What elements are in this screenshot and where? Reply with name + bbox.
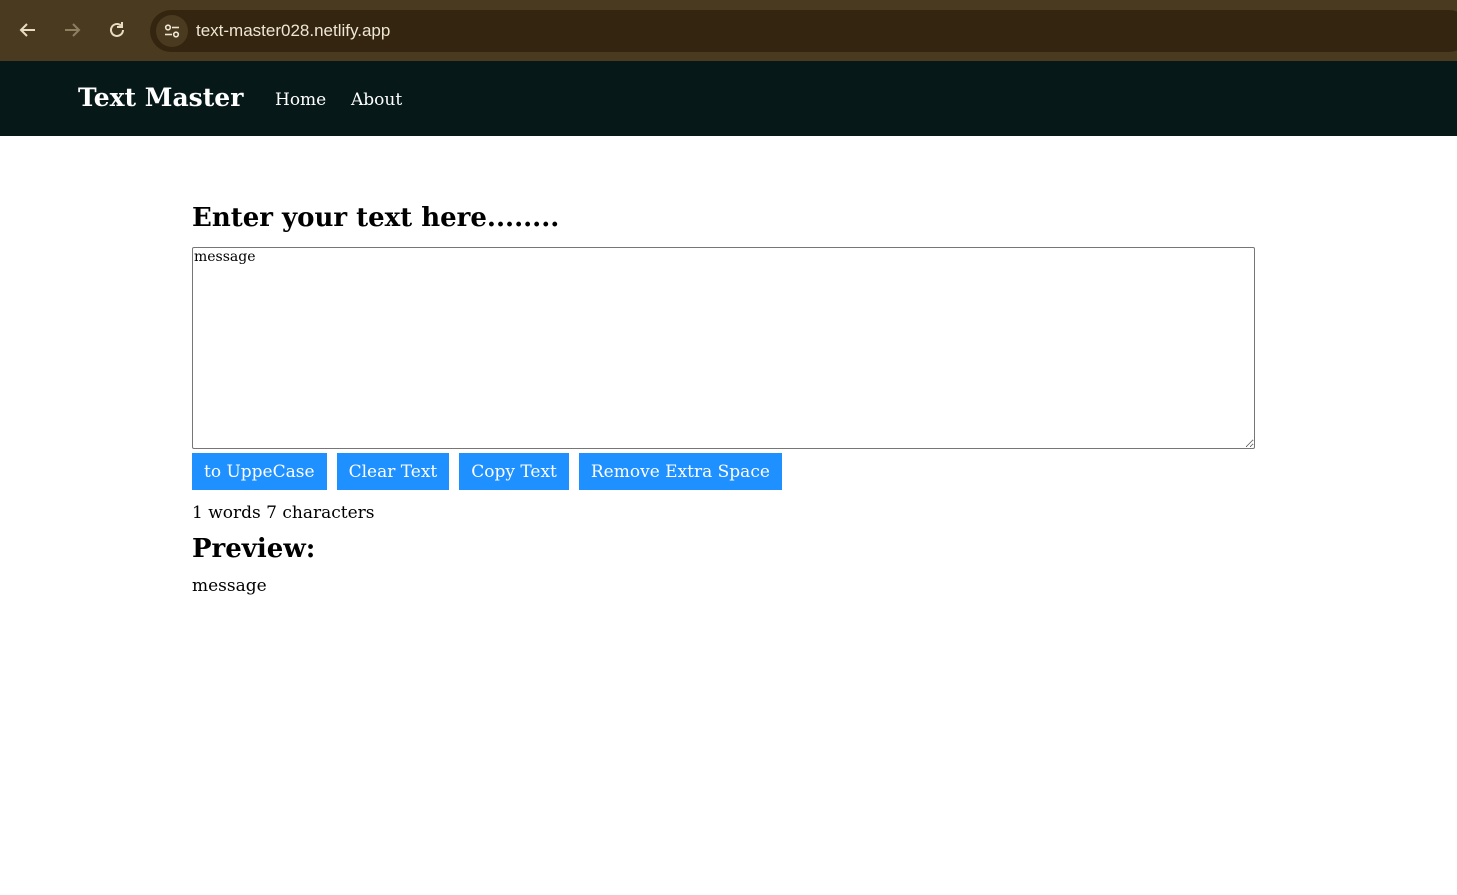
address-bar[interactable]: text-master028.netlify.app [150, 10, 1457, 52]
preview-text: message [192, 576, 267, 596]
arrow-right-icon [65, 23, 81, 37]
preview-heading: Preview: [192, 534, 316, 564]
remove-extra-space-button[interactable]: Remove Extra Space [578, 453, 782, 490]
back-button[interactable] [14, 16, 42, 44]
text-summary: 1 words 7 characters [192, 503, 375, 523]
text-input[interactable]: message [192, 247, 1255, 449]
forward-button[interactable] [58, 16, 86, 44]
reload-icon [110, 22, 124, 37]
site-info-button[interactable] [156, 15, 188, 47]
button-row: to UppeCase Clear Text Copy Text Remove … [192, 453, 1255, 490]
nav-link-about[interactable]: About [351, 90, 402, 110]
uppercase-button[interactable]: to UppeCase [192, 453, 327, 490]
page-heading: Enter your text here........ [192, 203, 560, 233]
tune-icon [164, 24, 180, 38]
brand-logo[interactable]: Text Master [78, 83, 243, 112]
nav-link-home[interactable]: Home [275, 90, 326, 110]
clear-text-button[interactable]: Clear Text [336, 453, 450, 490]
arrow-left-icon [19, 23, 35, 37]
reload-button[interactable] [103, 16, 131, 44]
main-content: Enter your text here........ message to … [192, 200, 1255, 596]
browser-toolbar: text-master028.netlify.app [0, 0, 1457, 61]
copy-text-button[interactable]: Copy Text [459, 453, 569, 490]
url-text[interactable]: text-master028.netlify.app [196, 21, 390, 41]
navbar: Text Master Home About [0, 61, 1457, 136]
